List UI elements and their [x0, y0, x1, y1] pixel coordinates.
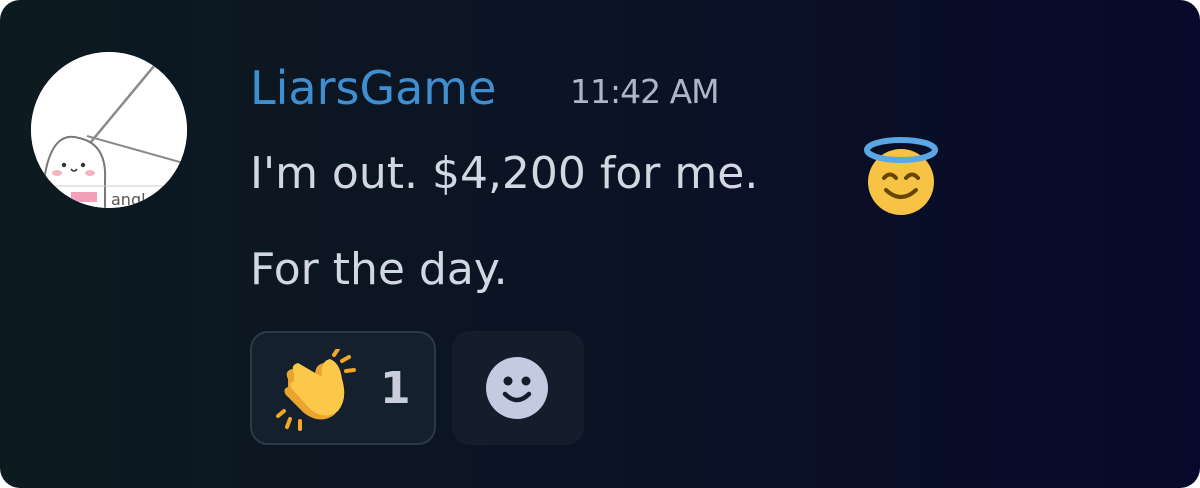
add-reaction-button[interactable] [452, 331, 584, 445]
smiley-icon [486, 357, 548, 419]
smiling-face-with-halo-icon [864, 137, 938, 215]
message-line-2: For the day. [250, 244, 508, 295]
reaction-count: 1 [380, 363, 411, 414]
avatar-caption: angl [111, 190, 146, 208]
avatar[interactable]: angl [31, 52, 187, 208]
message-card: angl LiarsGame 11:42 AM I'm out. $4,200 … [0, 0, 1200, 488]
username[interactable]: LiarsGame [250, 58, 496, 118]
timestamp: 11:42 AM [570, 72, 720, 111]
clapping-hands-icon [276, 349, 356, 431]
avatar-drawing [31, 52, 187, 208]
message-line-1: I'm out. $4,200 for me. [250, 148, 759, 199]
reaction-clap-button[interactable]: 1 [250, 331, 436, 445]
